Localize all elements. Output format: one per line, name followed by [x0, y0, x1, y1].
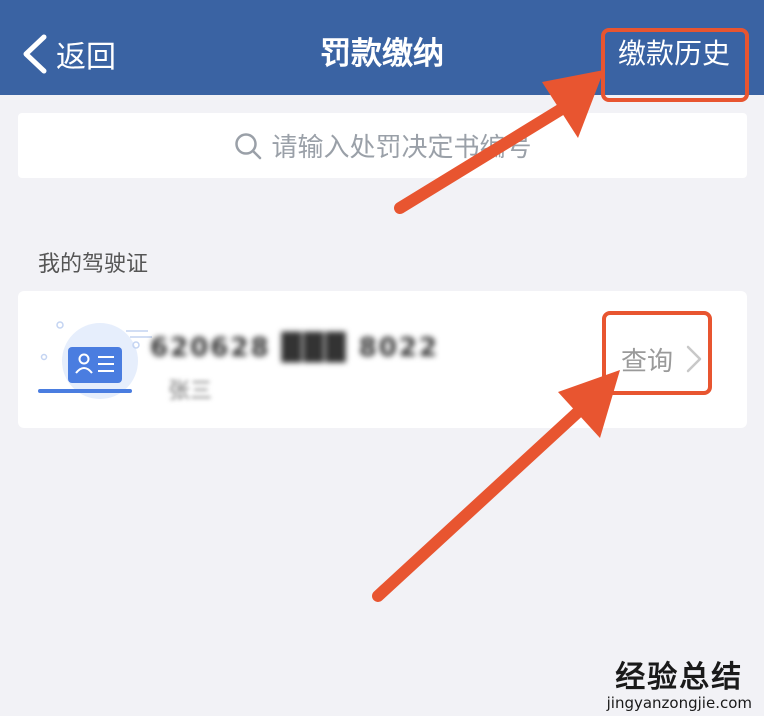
section-label: 我的驾驶证 — [38, 252, 149, 277]
query-label: 查询 — [620, 346, 673, 377]
id-card-icon — [38, 321, 152, 399]
top-navbar: 返回 罚款缴纳 缴款历史 — [0, 0, 764, 95]
search-icon — [235, 132, 262, 159]
search-placeholder: 请输入处罚决定书编号 — [271, 133, 532, 163]
license-card[interactable]: 620628 ███ 8022 张三 查询 — [18, 291, 747, 428]
payment-history-button[interactable]: 缴款历史 — [618, 30, 730, 78]
watermark-main: 经验总结 — [615, 660, 744, 695]
watermark: 经验总结 jingyanzongjie.com — [607, 652, 752, 712]
license-number: 620628 ███ 8022 — [150, 333, 439, 363]
search-input[interactable]: 请输入处罚决定书编号 — [18, 113, 747, 178]
watermark-sub: jingyanzongjie.com — [606, 694, 752, 712]
chevron-right-icon — [686, 345, 702, 373]
query-button[interactable]: 查询 — [621, 339, 703, 379]
license-holder-name: 张三 — [168, 379, 213, 404]
